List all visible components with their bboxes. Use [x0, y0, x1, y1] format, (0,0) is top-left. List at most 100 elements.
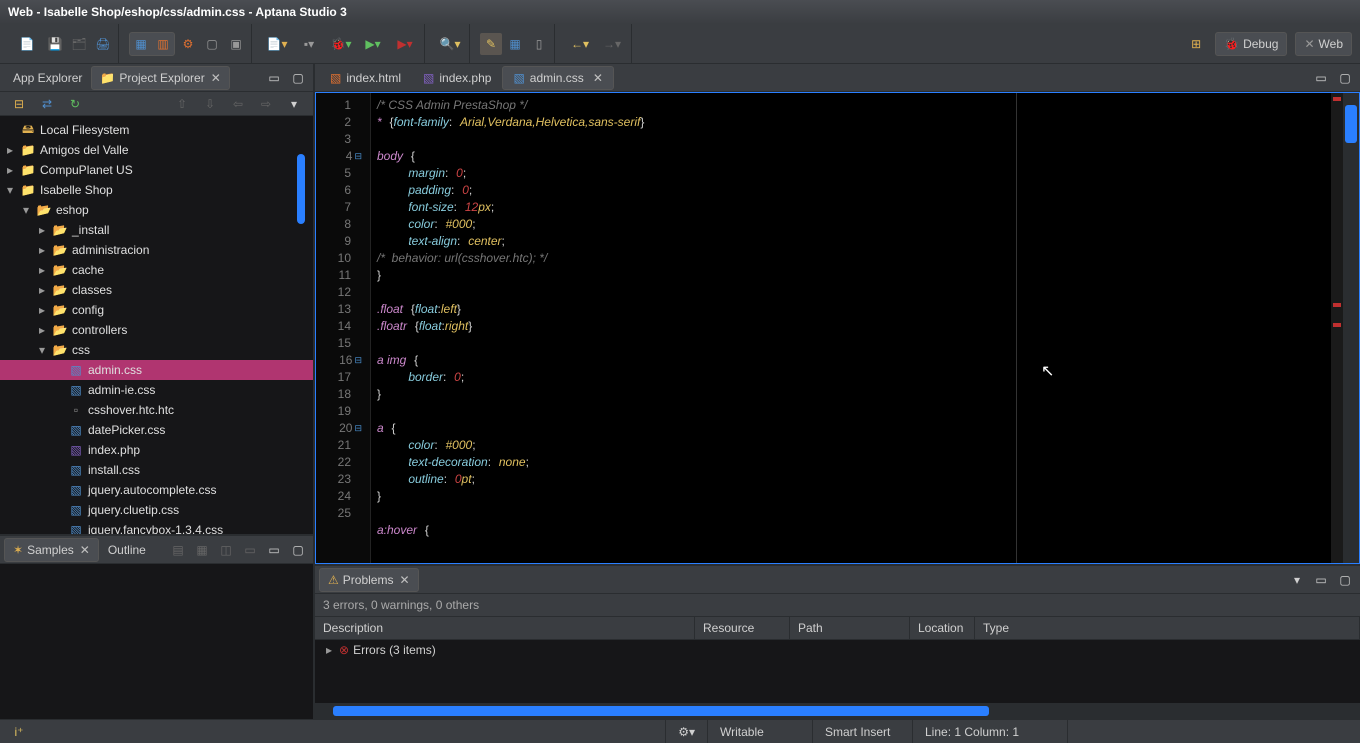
tree-scrollbar-thumb[interactable] — [297, 154, 305, 224]
col-path[interactable]: Path — [790, 617, 910, 639]
close-icon[interactable]: ✕ — [399, 573, 409, 587]
problems-scrollbar[interactable] — [315, 703, 1360, 719]
status-indicator-button[interactable]: i⁺ — [8, 721, 30, 743]
project-tree[interactable]: 🖴Local Filesystem▸📁Amigos del Valle▸📁Com… — [0, 116, 313, 534]
expand-icon[interactable]: ▸ — [36, 323, 48, 337]
minimize-panel-button[interactable]: ▭ — [263, 67, 285, 89]
problems-error-group[interactable]: ▸ ⊗ Errors (3 items) — [315, 640, 1360, 660]
samples-btn-1[interactable]: ▤ — [167, 539, 189, 561]
minimize-editor-button[interactable]: ▭ — [1310, 67, 1332, 89]
close-icon[interactable]: ✕ — [211, 71, 221, 85]
run-dropdown[interactable]: ▶▾ — [358, 33, 388, 55]
close-icon[interactable]: ✕ — [593, 71, 603, 85]
editor-tab[interactable]: ▧index.html — [319, 66, 412, 90]
expand-icon[interactable]: ▸ — [36, 283, 48, 297]
tree-item[interactable]: ▧datePicker.css — [0, 420, 313, 440]
nav-back-button[interactable]: ⇦ — [227, 93, 249, 115]
tree-item[interactable]: ▧index.php — [0, 440, 313, 460]
new-button[interactable]: 📄 — [12, 33, 42, 55]
expand-icon[interactable]: ▸ — [323, 643, 335, 657]
expand-icon[interactable]: ▸ — [36, 263, 48, 277]
save-button[interactable]: 💾 — [44, 33, 66, 55]
window-button[interactable]: ▢ — [201, 33, 223, 55]
back-button[interactable]: ←▾ — [565, 33, 595, 55]
print-button[interactable]: 🖨 — [92, 33, 114, 55]
status-gear-button[interactable]: ⚙▾ — [665, 720, 707, 743]
expand-icon[interactable]: ▾ — [20, 203, 32, 217]
debug-perspective-button[interactable]: 🐞 Debug — [1215, 32, 1287, 56]
tree-item[interactable]: ▸📂controllers — [0, 320, 313, 340]
maximize-panel-button[interactable]: ▢ — [287, 67, 309, 89]
nav-up-button[interactable]: ⇧ — [171, 93, 193, 115]
col-resource[interactable]: Resource — [695, 617, 790, 639]
maximize-editor-button[interactable]: ▢ — [1334, 67, 1356, 89]
tree-item[interactable]: ▸📂_install — [0, 220, 313, 240]
expand-icon[interactable]: ▸ — [4, 143, 16, 157]
col-type[interactable]: Type — [975, 617, 1360, 639]
samples-btn-4[interactable]: ▭ — [239, 539, 261, 561]
error-marker[interactable] — [1333, 303, 1341, 307]
grid-button[interactable]: ▦ — [504, 33, 526, 55]
project-explorer-tab[interactable]: 📁 Project Explorer ✕ — [91, 66, 229, 90]
tree-item[interactable]: ▸📁CompuPlanet US — [0, 160, 313, 180]
col-location[interactable]: Location — [910, 617, 975, 639]
tree-item[interactable]: ▫csshover.htc.htc — [0, 400, 313, 420]
expand-icon[interactable]: ▾ — [36, 343, 48, 357]
refresh-button[interactable]: ↻ — [64, 93, 86, 115]
outline-tab[interactable]: Outline — [99, 538, 155, 562]
expand-icon[interactable]: ▸ — [36, 223, 48, 237]
highlight-button[interactable]: ✎ — [480, 33, 502, 55]
samples-btn-3[interactable]: ◫ — [215, 539, 237, 561]
minimize-problems-button[interactable]: ▭ — [1310, 569, 1332, 591]
expand-icon[interactable]: ▾ — [4, 183, 16, 197]
expand-icon[interactable]: ▸ — [4, 163, 16, 177]
nav-down-button[interactable]: ⇩ — [199, 93, 221, 115]
samples-tab[interactable]: ✶ Samples ✕ — [4, 538, 99, 562]
scrollbar-thumb[interactable] — [333, 706, 989, 716]
toggle-view-2-button[interactable]: ▥ — [152, 33, 174, 55]
open-perspective-button[interactable]: ⊞ — [1185, 33, 1207, 55]
maximize-samples-button[interactable]: ▢ — [287, 539, 309, 561]
tree-item[interactable]: ▧admin.css — [0, 360, 313, 380]
tree-item[interactable]: ▧admin-ie.css — [0, 380, 313, 400]
terminal-dropdown[interactable]: ▪▾ — [294, 33, 324, 55]
samples-btn-2[interactable]: ▦ — [191, 539, 213, 561]
problems-tab[interactable]: ⚠ Problems ✕ — [319, 568, 419, 592]
error-marker[interactable] — [1333, 97, 1341, 101]
editor-scrollbar[interactable] — [1343, 93, 1359, 563]
code-editor[interactable]: 1234⊟5678910111213141516⊟17181920⊟212223… — [315, 92, 1360, 564]
overview-ruler[interactable] — [1331, 93, 1343, 563]
minimize-samples-button[interactable]: ▭ — [263, 539, 285, 561]
close-icon[interactable]: ✕ — [80, 543, 90, 557]
nav-fwd-button[interactable]: ⇨ — [255, 93, 277, 115]
settings-gear-button[interactable]: ⚙ — [177, 33, 199, 55]
tree-item[interactable]: ▸📂cache — [0, 260, 313, 280]
tree-item[interactable]: ▧jquery.cluetip.css — [0, 500, 313, 520]
col-description[interactable]: Description — [315, 617, 695, 639]
editor-tab[interactable]: ▧index.php — [412, 66, 502, 90]
expand-icon[interactable]: ▸ — [36, 303, 48, 317]
tree-item[interactable]: ▾📂css — [0, 340, 313, 360]
tree-item[interactable]: ▧install.css — [0, 460, 313, 480]
toggle-view-1-button[interactable]: ▦ — [130, 33, 152, 55]
tree-item[interactable]: ▸📂classes — [0, 280, 313, 300]
tree-item[interactable]: ▸📂administracion — [0, 240, 313, 260]
search-dropdown[interactable]: 🔍▾ — [435, 33, 465, 55]
tree-item[interactable]: ▧jquery.fancybox-1.3.4.css — [0, 520, 313, 534]
forward-button[interactable]: →▾ — [597, 33, 627, 55]
tree-item[interactable]: ▾📂eshop — [0, 200, 313, 220]
column-button[interactable]: ▯ — [528, 33, 550, 55]
error-marker[interactable] — [1333, 323, 1341, 327]
new-file-dropdown[interactable]: 📄▾ — [262, 33, 292, 55]
preview-button[interactable]: ▣ — [225, 33, 247, 55]
tree-item[interactable]: ▸📂config — [0, 300, 313, 320]
external-dropdown[interactable]: ▶▾ — [390, 33, 420, 55]
app-explorer-tab[interactable]: App Explorer — [4, 66, 91, 90]
save-all-button[interactable]: 🗂 — [68, 33, 90, 55]
problems-menu-button[interactable]: ▾ — [1286, 569, 1308, 591]
view-menu-button[interactable]: ▾ — [283, 93, 305, 115]
tree-item[interactable]: ▾📁Isabelle Shop — [0, 180, 313, 200]
maximize-problems-button[interactable]: ▢ — [1334, 569, 1356, 591]
link-editor-button[interactable]: ⇄ — [36, 93, 58, 115]
collapse-all-button[interactable]: ⊟ — [8, 93, 30, 115]
